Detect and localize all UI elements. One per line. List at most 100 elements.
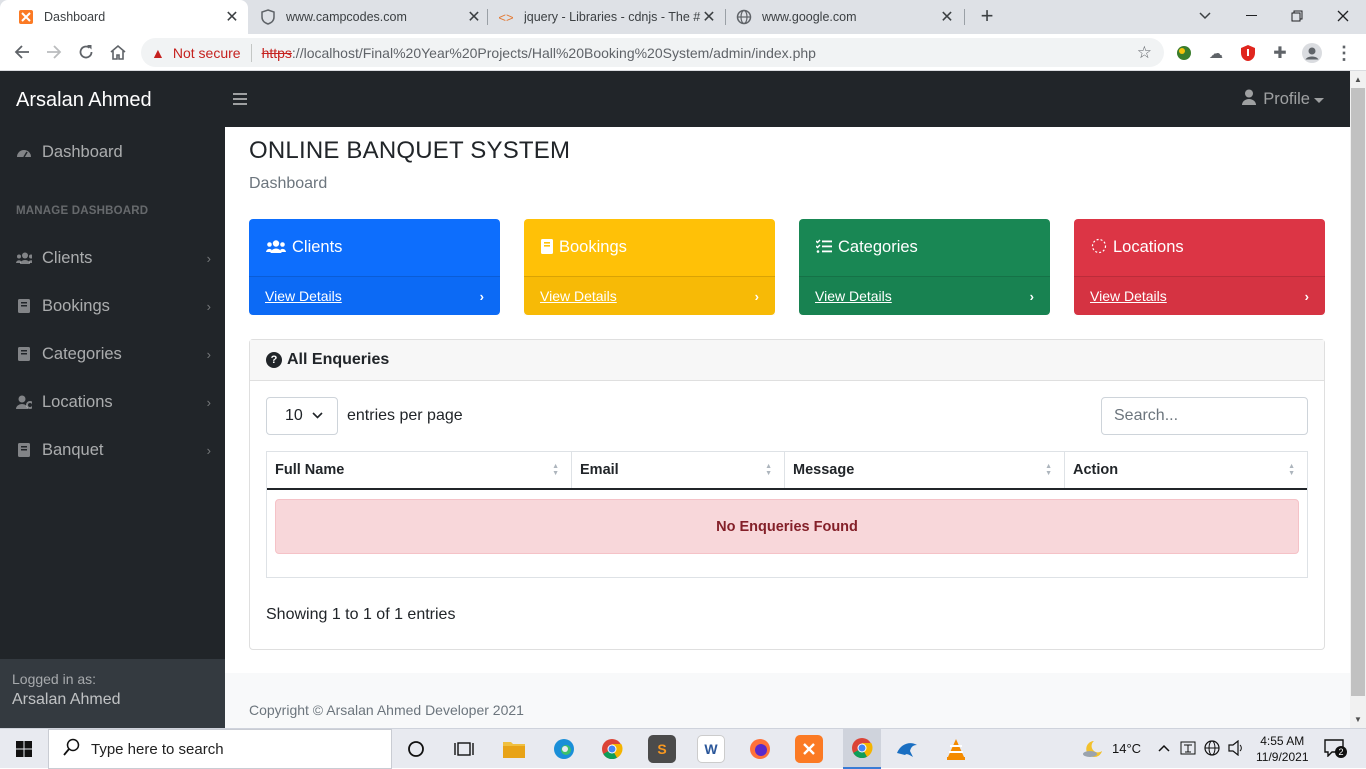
tab-search-chevron-icon[interactable] bbox=[1182, 0, 1228, 32]
windows-start-icon[interactable] bbox=[0, 729, 48, 769]
sidebar-heading: MANAGE DASHBOARD bbox=[16, 205, 149, 217]
column-header-full-name[interactable]: Full Name ▲ ▼ bbox=[267, 452, 572, 488]
sidebar-item-label: Bookings bbox=[42, 296, 110, 315]
tab-campcodes[interactable]: www.campcodes.com ✕ bbox=[242, 0, 490, 34]
sidebar-item-categories[interactable]: Categories › bbox=[16, 342, 211, 366]
chrome-active-icon[interactable] bbox=[843, 729, 881, 769]
browser-toolbar: ▲ Not secure https ://localhost/Final%20… bbox=[0, 34, 1366, 71]
avatar[interactable] bbox=[1302, 43, 1322, 63]
clock[interactable]: 4:55 AM 11/9/2021 bbox=[1256, 733, 1309, 765]
card-label: Bookings bbox=[559, 238, 627, 256]
notification-center[interactable]: 2 bbox=[1324, 739, 1347, 759]
column-label: Message bbox=[793, 462, 855, 478]
scrollbar-thumb[interactable] bbox=[1351, 88, 1365, 696]
tab-dashboard[interactable]: Dashboard ✕ bbox=[0, 0, 248, 34]
view-details-link[interactable]: View Details bbox=[1090, 288, 1167, 304]
per-page-value: 10 bbox=[285, 407, 303, 424]
xampp-icon[interactable] bbox=[795, 735, 823, 763]
sidebar-item-dashboard[interactable]: Dashboard bbox=[16, 140, 211, 164]
network-globe-icon[interactable] bbox=[1204, 740, 1220, 761]
puzzle-icon[interactable]: ✚ bbox=[1270, 43, 1290, 63]
edge-icon[interactable] bbox=[550, 735, 578, 763]
divider bbox=[250, 43, 252, 62]
scrollbar[interactable]: ▲ ▼ bbox=[1350, 71, 1366, 728]
close-icon[interactable]: ✕ bbox=[701, 7, 717, 27]
copyright-text: Copyright © Arsalan Ahmed Developer 2021 bbox=[249, 702, 524, 718]
weather-moon-icon[interactable] bbox=[1082, 739, 1104, 764]
chevron-right-icon[interactable]: › bbox=[480, 289, 484, 304]
column-header-message[interactable]: Message ▲ ▼ bbox=[785, 452, 1065, 488]
tab-cdnjs[interactable]: <> jquery - Libraries - cdnjs - The #1 ✕ bbox=[480, 0, 725, 34]
card-label: Locations bbox=[1113, 238, 1184, 256]
task-view-icon[interactable] bbox=[450, 735, 478, 763]
sidebar-item-banquet[interactable]: Banquet › bbox=[16, 438, 211, 462]
extension-adblock-icon[interactable] bbox=[1238, 43, 1258, 63]
forward-button[interactable] bbox=[40, 38, 68, 66]
chevron-right-icon: › bbox=[206, 250, 211, 266]
ime-icon[interactable] bbox=[1180, 741, 1196, 758]
card-label: Clients bbox=[292, 238, 343, 256]
address-bar[interactable]: ▲ Not secure https ://localhost/Final%20… bbox=[141, 38, 1164, 67]
new-tab-button[interactable]: + bbox=[964, 0, 1010, 32]
top-navbar: Profile bbox=[225, 71, 1350, 127]
close-icon[interactable]: ✕ bbox=[939, 7, 955, 27]
card-locations: Locations View Details › bbox=[1074, 219, 1325, 315]
bookmark-star-icon[interactable]: ☆ bbox=[1137, 43, 1152, 63]
word-icon[interactable]: W bbox=[697, 735, 725, 763]
chrome-icon[interactable] bbox=[598, 735, 626, 763]
sidebar-item-label: Categories bbox=[42, 344, 122, 363]
brand-name[interactable]: Arsalan Ahmed bbox=[16, 89, 152, 112]
xampp-icon bbox=[18, 9, 34, 25]
browser-tab-strip: Dashboard ✕ www.campcodes.com ✕ <> jquer… bbox=[0, 0, 1366, 34]
back-button[interactable] bbox=[8, 38, 36, 66]
sidebar-item-clients[interactable]: Clients › bbox=[16, 246, 211, 270]
menu-toggle-icon[interactable] bbox=[233, 89, 247, 110]
restore-button[interactable] bbox=[1274, 0, 1320, 32]
reload-button[interactable] bbox=[72, 38, 100, 66]
taskbar-search[interactable]: Type here to search bbox=[48, 729, 392, 769]
view-details-link[interactable]: View Details bbox=[815, 288, 892, 304]
chevron-right-icon[interactable]: › bbox=[755, 289, 759, 304]
more-menu-icon[interactable]: ⋮ bbox=[1334, 43, 1354, 63]
mysql-dolphin-icon[interactable] bbox=[893, 735, 921, 763]
volume-icon[interactable] bbox=[1228, 739, 1244, 761]
firefox-icon[interactable] bbox=[746, 735, 774, 763]
extension-globe-icon[interactable] bbox=[1174, 43, 1194, 63]
scroll-down-icon[interactable]: ▼ bbox=[1354, 715, 1362, 724]
chevron-up-icon[interactable] bbox=[1158, 741, 1170, 755]
tab-google[interactable]: www.google.com ✕ bbox=[718, 0, 963, 34]
home-button[interactable] bbox=[104, 38, 132, 66]
close-window-button[interactable] bbox=[1320, 0, 1366, 32]
card-clients: Clients View Details › bbox=[249, 219, 500, 315]
vlc-icon[interactable] bbox=[942, 735, 970, 763]
clock-date: 11/9/2021 bbox=[1256, 750, 1309, 764]
minimize-button[interactable] bbox=[1228, 0, 1274, 32]
chevron-right-icon[interactable]: › bbox=[1030, 289, 1034, 304]
close-icon[interactable]: ✕ bbox=[224, 7, 240, 27]
caret-down-icon bbox=[1314, 90, 1324, 109]
weather-temperature[interactable]: 14°C bbox=[1112, 741, 1141, 756]
cortana-icon[interactable] bbox=[402, 735, 430, 763]
column-header-action[interactable]: Action ▲ ▼ bbox=[1065, 452, 1307, 488]
card-categories: Categories View Details › bbox=[799, 219, 1050, 315]
extension-cloud-icon[interactable]: ☁ bbox=[1206, 43, 1226, 63]
not-secure-label[interactable]: Not secure bbox=[173, 45, 241, 61]
book-icon bbox=[16, 347, 32, 361]
sublime-text-icon[interactable]: S bbox=[648, 735, 676, 763]
sidebar-item-locations[interactable]: Locations › bbox=[16, 390, 211, 414]
sort-icon: ▲ ▼ bbox=[1045, 463, 1052, 477]
chevron-right-icon: › bbox=[206, 442, 211, 458]
sidebar-item-bookings[interactable]: Bookings › bbox=[16, 294, 211, 318]
scroll-up-icon[interactable]: ▲ bbox=[1354, 75, 1362, 84]
user-icon bbox=[1242, 89, 1257, 110]
entries-per-page-select[interactable]: 10 bbox=[266, 397, 338, 435]
per-page-label: entries per page bbox=[347, 407, 463, 424]
column-header-email[interactable]: Email ▲ ▼ bbox=[572, 452, 785, 488]
enquiries-title: All Enqueries bbox=[287, 351, 390, 368]
chevron-right-icon[interactable]: › bbox=[1305, 289, 1309, 304]
file-explorer-icon[interactable] bbox=[500, 735, 528, 763]
view-details-link[interactable]: View Details bbox=[540, 288, 617, 304]
search-input[interactable] bbox=[1101, 397, 1308, 435]
profile-dropdown[interactable]: Profile bbox=[1242, 89, 1324, 110]
view-details-link[interactable]: View Details bbox=[265, 288, 342, 304]
